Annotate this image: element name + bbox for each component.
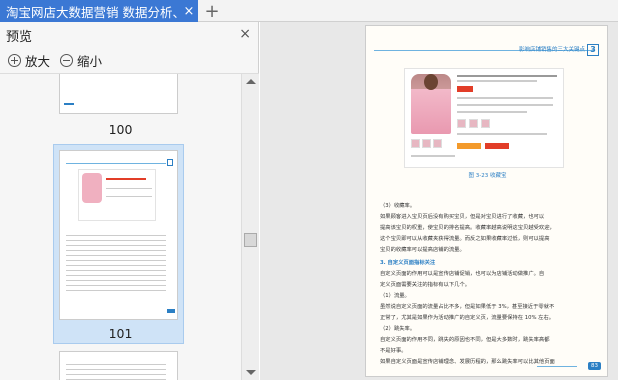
zoom-out-label: 缩小 <box>77 54 103 69</box>
document-tab[interactable]: 淘宝网店大数据营销 数据分析、 × <box>0 0 198 22</box>
body-line: （3）收藏率。 <box>380 203 416 209</box>
section-title: 3. 自定义页面指标关注 <box>380 260 436 266</box>
footer-rule <box>537 366 577 367</box>
zoom-out-button[interactable]: 缩小 <box>60 51 102 70</box>
scroll-up-icon[interactable] <box>246 79 256 84</box>
page-number: 83 <box>588 362 601 370</box>
body-line: 自定义页面的作用不同，跳失的原因也不同，但是大多数时，跳失率高都 <box>380 337 550 343</box>
preview-panel: 预览 × 放大 缩小 100 101 <box>0 22 259 380</box>
body-line: 定义页面需要关注的指标有以下几个。 <box>380 282 471 288</box>
zoom-in-label: 放大 <box>25 54 51 69</box>
close-preview-icon[interactable]: × <box>239 26 251 42</box>
body-line: 宝贝的收藏率可以提高店铺的流量。 <box>380 247 465 253</box>
thumbnail-list: 100 101 <box>0 74 241 380</box>
zoom-toolbar: 放大 缩小 <box>0 48 259 74</box>
product-screenshot-image <box>404 68 564 168</box>
document-viewer[interactable]: 影响店铺销售的三大关键点 3 图 3-23 收藏宝 （3）收藏率。 如果顾客进入… <box>260 22 618 380</box>
page-thumbnail-101[interactable] <box>59 150 178 320</box>
tab-bar: 淘宝网店大数据营销 数据分析、 × + <box>0 0 618 22</box>
document-tab-title: 淘宝网店大数据营销 数据分析、 <box>6 4 180 20</box>
running-header: 影响店铺销售的三大关键点 <box>518 47 585 53</box>
model-head <box>424 74 438 90</box>
document-page: 影响店铺销售的三大关键点 3 图 3-23 收藏宝 （3）收藏率。 如果顾客进入… <box>365 25 608 377</box>
scrollbar-thumb[interactable] <box>244 233 257 247</box>
new-tab-icon[interactable]: + <box>201 0 223 22</box>
body-line: （2）跳失率。 <box>380 326 416 332</box>
figure-caption: 图 3-23 收藏宝 <box>468 173 507 179</box>
page-number-101: 101 <box>108 326 133 341</box>
page-thumbnail-102[interactable] <box>59 351 178 380</box>
page-number-100: 100 <box>108 122 133 137</box>
preview-title: 预览 <box>6 29 33 45</box>
body-line: 如果顾客进入宝贝页后没有购买宝贝，但是对宝贝进行了收藏，也可以 <box>380 214 545 220</box>
zoom-in-button[interactable]: 放大 <box>8 51 50 70</box>
zoom-in-icon <box>8 54 21 67</box>
chapter-number: 3 <box>587 44 599 56</box>
body-line: 自定义页面的作用可以是宣传店铺促销，也可以为店铺活动做推广。自 <box>380 271 545 277</box>
scroll-down-icon[interactable] <box>246 370 256 375</box>
body-line: （1）流量。 <box>380 293 410 299</box>
thumbnail-scrollbar[interactable] <box>241 74 259 380</box>
body-line: 这个宝贝即可以从收藏夹获得流量。而反之如果收藏率过低，则可以提高 <box>380 236 550 242</box>
body-line: 提高该宝贝的权重，使宝贝的排名提高。收藏率越高说明这宝贝越受欢迎， <box>380 225 555 231</box>
body-line: 虽然说自定义页面的流量占比不多，但是如果低于 3%，甚至接近于零就不 <box>380 304 555 310</box>
close-tab-icon[interactable]: × <box>180 4 198 19</box>
body-line: 正常了，尤其是如果作为活动推广的自定义页，流量要保持在 10% 左右。 <box>380 315 555 321</box>
body-line: 不是好事。 <box>380 348 407 354</box>
page-thumbnail-100[interactable] <box>59 74 178 114</box>
zoom-out-icon <box>60 54 74 67</box>
